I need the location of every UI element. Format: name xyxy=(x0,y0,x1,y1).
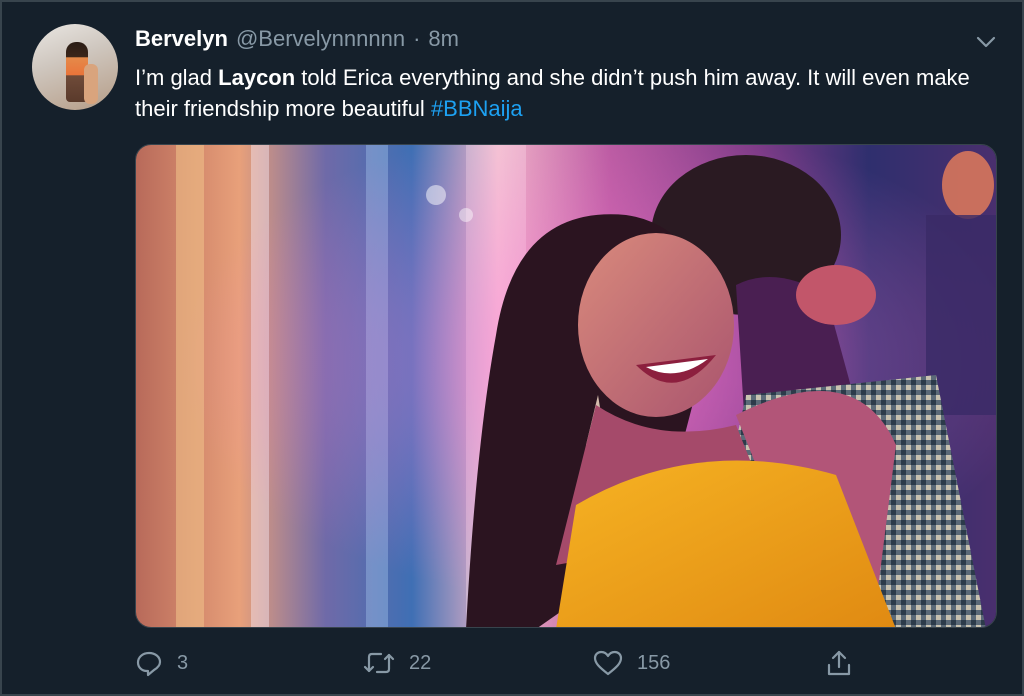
reply-icon xyxy=(135,649,163,677)
display-name[interactable]: Bervelyn xyxy=(135,26,228,52)
tweet-actions: 3 22 156 xyxy=(135,646,997,680)
share-button[interactable] xyxy=(825,646,853,680)
tweet-text: I’m glad Laycon told Erica everything an… xyxy=(135,62,1005,124)
tweet-text-part: I’m glad xyxy=(135,65,219,90)
heart-icon xyxy=(593,649,623,677)
user-handle[interactable]: @Bervelynnnnnn xyxy=(236,26,405,52)
retweet-count: 22 xyxy=(409,651,432,674)
chevron-down-icon[interactable] xyxy=(974,32,998,52)
reply-button[interactable]: 3 xyxy=(135,646,188,680)
tweet-photo[interactable] xyxy=(135,144,997,628)
timestamp[interactable]: 8m xyxy=(428,26,459,52)
retweet-icon xyxy=(363,649,395,677)
hashtag-link[interactable]: #BBNaija xyxy=(431,96,523,121)
like-count: 156 xyxy=(637,651,671,674)
mention-bold: Laycon xyxy=(218,65,296,90)
share-icon xyxy=(825,649,853,677)
tweet-card[interactable]: Bervelyn @Bervelynnnnnn · 8m I’m glad La… xyxy=(0,0,1024,696)
like-button[interactable]: 156 xyxy=(593,646,670,680)
separator: · xyxy=(413,26,421,51)
retweet-button[interactable]: 22 xyxy=(363,646,431,680)
avatar[interactable] xyxy=(32,24,118,110)
tweet-header: Bervelyn @Bervelynnnnnn · 8m xyxy=(135,26,459,58)
reply-count: 3 xyxy=(177,651,189,674)
